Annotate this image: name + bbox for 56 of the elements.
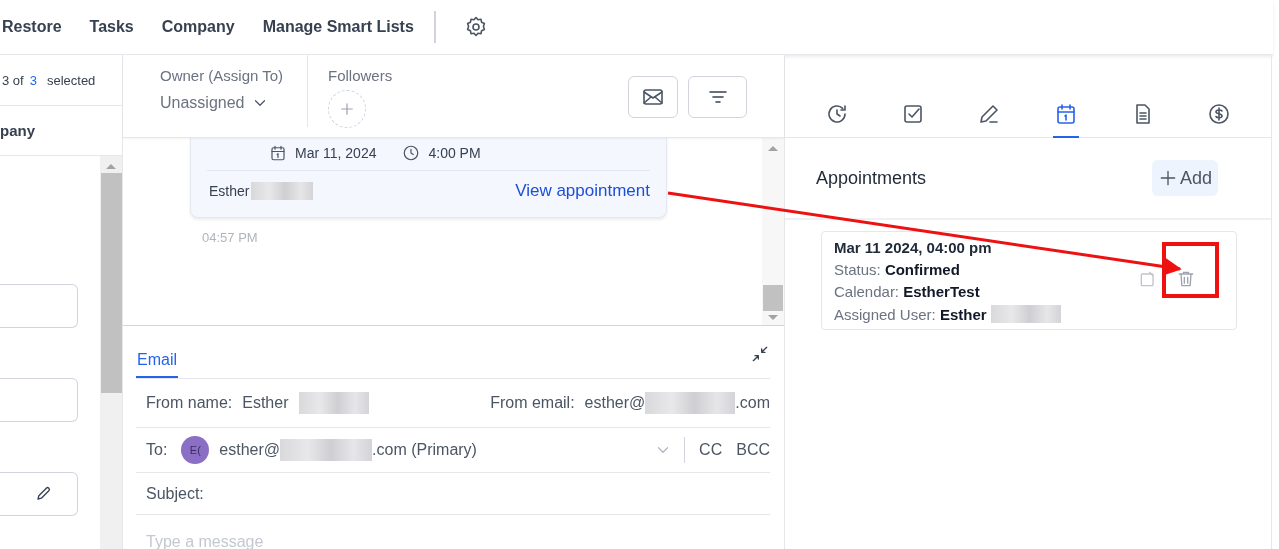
collapse-icon[interactable] — [750, 344, 770, 364]
selection-count: 3 of — [2, 72, 24, 88]
redaction-blur — [990, 305, 1061, 323]
from-email: esther@ — [584, 394, 646, 412]
email-tab[interactable]: Email — [136, 351, 178, 378]
email-button[interactable] — [628, 76, 678, 118]
message-timestamp: 04:57 PM — [202, 230, 259, 245]
recipient-email: esther@ — [219, 441, 281, 459]
add-button[interactable]: Add — [1151, 160, 1218, 196]
appointment-date: Mar 11, 2024 — [295, 145, 377, 161]
panel-tab[interactable] — [1053, 102, 1079, 138]
nav-link[interactable]: Manage Smart Lists — [262, 18, 414, 36]
followers-label: Followers — [328, 67, 393, 84]
recipient-avatar: E( — [181, 436, 210, 464]
dollar-icon[interactable] — [1207, 102, 1231, 126]
sender-name: Esther — [209, 183, 250, 199]
redaction-blur — [298, 392, 369, 414]
owner-dropdown[interactable]: Unassigned — [160, 94, 269, 112]
panel-title: Appointments — [816, 167, 927, 189]
history-icon[interactable] — [825, 102, 849, 126]
appointment-calendar: Calendar: EstherTest — [834, 283, 981, 300]
scrollbar[interactable] — [762, 138, 784, 325]
appointment-time: 4:00 PM — [428, 145, 481, 161]
plus-icon — [338, 100, 356, 118]
nav-link[interactable]: Company — [161, 18, 235, 36]
view-appointment-link[interactable]: View appointment — [515, 181, 650, 201]
bcc-link[interactable]: BCC — [736, 441, 770, 459]
appointment-datetime: Mar 11 2024, 04:00 pm — [834, 239, 993, 256]
filter-button[interactable] — [688, 76, 747, 118]
column-header: pany — [0, 122, 35, 139]
scrollbar[interactable] — [100, 156, 122, 549]
selection-label: selected — [46, 72, 96, 88]
from-name: Esther — [242, 394, 289, 412]
input-field[interactable] — [0, 284, 78, 328]
pencil-icon[interactable] — [977, 102, 1001, 126]
selection-total[interactable]: 3 — [29, 72, 37, 88]
appointment-user: Assigned User: Esther — [834, 305, 987, 323]
calendar-icon[interactable] — [1054, 102, 1078, 126]
to-label: To: — [146, 441, 168, 459]
recipient-email-suffix: .com (Primary) — [372, 441, 477, 459]
checkbox-icon[interactable] — [901, 102, 925, 126]
nav-link[interactable]: Restore — [2, 18, 62, 36]
subject-label: Subject: — [146, 484, 204, 503]
input-field[interactable] — [0, 378, 78, 422]
calendar-icon — [269, 144, 287, 162]
input-field[interactable] — [0, 472, 78, 516]
appointment-status: Status: Confirmed — [834, 261, 961, 278]
cc-link[interactable]: CC — [699, 441, 723, 459]
from-email-label: From email: — [490, 394, 575, 412]
redaction-blur — [251, 182, 314, 200]
highlight-box — [1162, 242, 1219, 298]
clock-icon — [402, 144, 421, 162]
from-email-domain: .com — [735, 394, 770, 412]
nav-link[interactable]: Tasks — [89, 18, 134, 36]
owner-label: Owner (Assign To) — [160, 67, 285, 84]
from-name-label: From name: — [146, 394, 233, 412]
